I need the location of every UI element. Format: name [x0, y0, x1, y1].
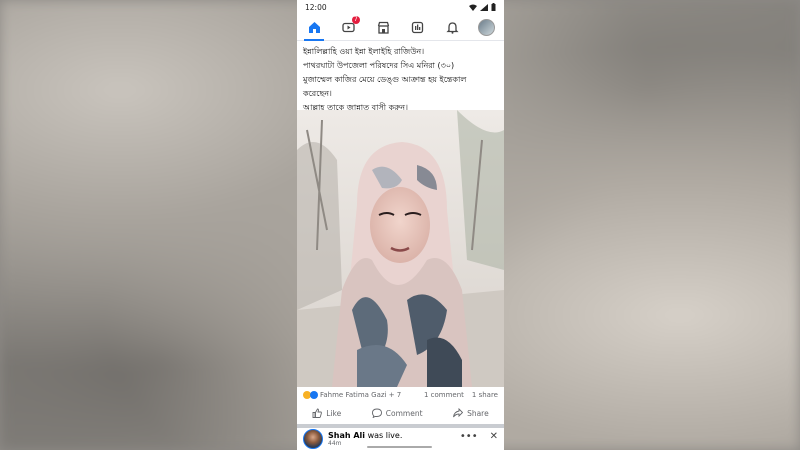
signal-icon — [480, 3, 488, 11]
reactions-bar: Fahme Fatima Gazi + 7 1 comment 1 share — [297, 388, 504, 402]
share-label: Share — [467, 408, 489, 418]
like-label: Like — [326, 408, 342, 418]
post-photo[interactable] — [297, 110, 504, 387]
comment-button[interactable]: Comment — [371, 408, 423, 418]
share-icon — [453, 408, 464, 418]
nav-video[interactable]: 7 — [337, 15, 361, 39]
bell-icon — [446, 21, 459, 34]
close-icon[interactable]: ✕ — [490, 431, 498, 442]
status-time: 12:00 — [305, 2, 327, 12]
status-icons — [469, 3, 496, 11]
share-button[interactable]: Share — [453, 408, 489, 418]
comment-count[interactable]: 1 comment — [424, 391, 464, 399]
news-icon — [412, 21, 424, 33]
more-options-icon[interactable]: ••• — [460, 431, 478, 442]
like-reaction-icon — [310, 391, 318, 399]
comment-icon — [371, 408, 382, 418]
wifi-icon — [469, 4, 477, 11]
nav-notifications[interactable] — [440, 15, 464, 39]
nav-news[interactable] — [406, 15, 430, 39]
post-text: ইন্নালিল্লাহি ওয়া ইন্না ইলাইহি রাজিউন। … — [297, 41, 504, 115]
author-name[interactable]: Shah Ali — [328, 431, 365, 440]
top-navigation: 7 — [297, 14, 504, 41]
reaction-names: Fahme Fatima Gazi + 7 — [320, 391, 402, 399]
post-line: ইন্নালিল্লাহি ওয়া ইন্না ইলাইহি রাজিউন। — [303, 47, 425, 56]
status-bar: 12:00 — [297, 0, 504, 14]
battery-icon — [491, 3, 496, 11]
live-status: was live. — [367, 431, 403, 440]
reactions-summary[interactable]: Fahme Fatima Gazi + 7 — [303, 391, 401, 399]
home-indicator — [367, 446, 432, 448]
portrait-image — [297, 110, 504, 387]
live-info: Shah Ali was live. 44m — [328, 431, 402, 447]
nav-marketplace[interactable] — [371, 15, 395, 39]
post-options: ••• ✕ — [460, 431, 498, 442]
comment-label: Comment — [385, 408, 423, 418]
home-icon — [308, 21, 320, 33]
next-post-header: Shah Ali was live. 44m ••• ✕ — [297, 428, 504, 450]
profile-avatar — [478, 18, 496, 36]
post-line: পাথরঘাটা উপজেলা পরিষদের সিএ মনিরা (৩০) — [303, 61, 455, 70]
author-avatar[interactable] — [303, 429, 323, 449]
thumbs-up-icon — [312, 408, 323, 418]
like-button[interactable]: Like — [312, 408, 341, 418]
post-line: মুজাম্মেল কাজির মেয়ে ডেঙ্গু আক্রান্ত হয… — [303, 75, 467, 84]
share-count[interactable]: 1 share — [472, 391, 498, 399]
marketplace-icon — [377, 21, 389, 34]
phone-screen: 12:00 7 ইন্নালিল্লাহি ওয়া ইন্না ইলাইহি … — [297, 0, 504, 450]
nav-home[interactable] — [302, 15, 326, 41]
notification-badge: 7 — [351, 16, 360, 24]
post-actions: Like Comment Share — [297, 402, 504, 428]
nav-menu[interactable] — [475, 15, 499, 39]
post-line: করেছেন। — [303, 89, 332, 98]
